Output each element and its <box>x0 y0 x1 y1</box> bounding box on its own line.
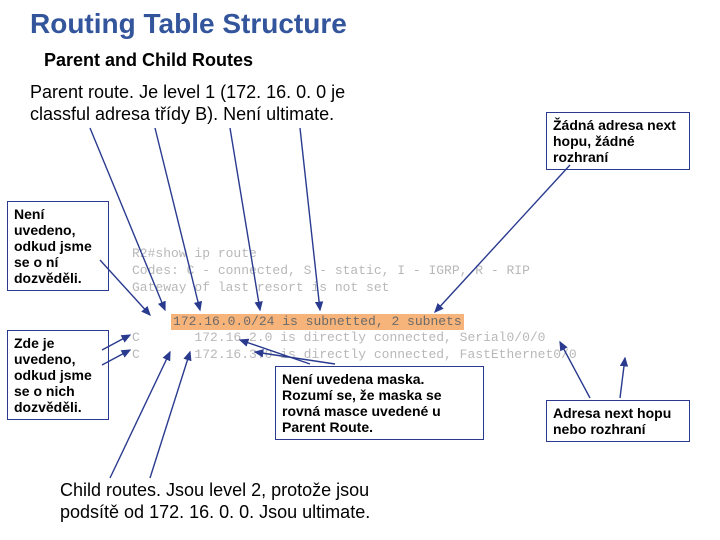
router-child1-rest: 172.16.2.0 is directly connected, Serial… <box>140 330 546 345</box>
router-child1-code: C <box>132 330 140 345</box>
page-subtitle: Parent and Child Routes <box>44 50 253 71</box>
router-codes-line: Codes: C - connected, S - static, I - IG… <box>132 263 672 280</box>
router-child2-code: C <box>132 347 140 362</box>
router-gateway-line: Gateway of last resort is not set <box>132 280 672 297</box>
callout-no-source: Není uvedeno, odkud jsme se o ní dozvědě… <box>7 201 109 291</box>
parent-route-description: Parent route. Je level 1 (172. 16. 0. 0 … <box>30 82 380 125</box>
callout-has-source: Zde je uvedeno, odkud jsme se o nich doz… <box>7 330 109 420</box>
callout-no-nexthop: Žádná adresa next hopu, žádné rozhraní <box>546 112 690 170</box>
router-child2-rest: 172.16.3.0 is directly connected, FastEt… <box>140 347 577 362</box>
page-title: Routing Table Structure <box>30 8 347 40</box>
callout-no-mask: Není uvedena maska. Rozumí se, že maska … <box>275 366 484 440</box>
child-routes-description: Child routes. Jsou level 2, protože jsou… <box>60 480 430 523</box>
router-prompt: R2# <box>132 246 155 261</box>
router-output: R2#show ip route Codes: C - connected, S… <box>132 246 672 364</box>
router-parent-route-highlight: 172.16.0.0/24 is subnetted, 2 subnets <box>171 314 464 331</box>
callout-nexthop-or-interface: Adresa next hopu nebo rozhraní <box>546 400 690 442</box>
router-command: show ip route <box>155 246 256 261</box>
